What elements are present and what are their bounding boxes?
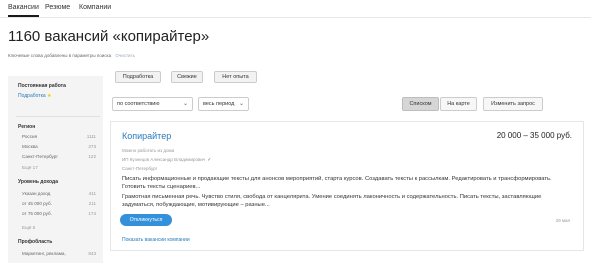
tab-vacancies[interactable]: Вакансии: [8, 4, 39, 17]
region-label: Россия: [22, 134, 38, 139]
sidebar-profession-title: Профобласть: [18, 239, 53, 245]
vacancy-date: 29 мая: [555, 218, 570, 223]
income-count: 411: [88, 191, 96, 196]
sidebar-region-more-link[interactable]: Ещё 17: [22, 165, 38, 170]
sidebar-parttime-link[interactable]: Подработка ★: [18, 93, 66, 99]
sidebar-income-title-wrap: Уровень дохода: [18, 179, 58, 185]
sidebar-income-more-link[interactable]: Ещё 5: [22, 225, 35, 230]
sort-select-value: по соответствию: [117, 101, 160, 107]
region-count: 122: [88, 154, 96, 159]
keywords-note: Ключевые слова добавлены в параметры пои…: [8, 53, 112, 58]
vacancy-title-link[interactable]: Копирайтер: [122, 131, 171, 141]
sidebar-income-item-45000[interactable]: от 45 000 руб. 211: [22, 201, 96, 206]
vacancy-remote-label: Можно работать из дома: [122, 148, 175, 153]
sidebar-employment-title: Постоянная работа: [18, 83, 66, 89]
profession-count: 843: [88, 251, 96, 256]
sidebar-income-item-75000[interactable]: от 75 000 руб. 174: [22, 211, 96, 216]
filters-sidebar: Постоянная работа Подработка ★ Регион Ро…: [8, 76, 103, 263]
region-label: Санкт-Петербург: [22, 154, 59, 159]
sidebar-profession-title-wrap: Профобласть: [18, 239, 52, 245]
sidebar-region-title-wrap: Регион: [18, 124, 35, 130]
view-list-button[interactable]: Списком: [402, 97, 439, 111]
income-label: Указан доход: [22, 191, 51, 196]
chevron-down-icon: ⌄: [182, 101, 188, 107]
sidebar-profession-item-marketing[interactable]: Маркетинг, реклама, 843: [22, 251, 96, 256]
chip-no-experience[interactable]: Нет опыта: [214, 71, 257, 83]
income-label: от 75 000 руб.: [22, 211, 52, 216]
sidebar-region-item-russia[interactable]: Россия 1111: [22, 134, 96, 139]
vacancy-employer[interactable]: ИП Кузнецов Александр Владимирович: [122, 157, 205, 162]
verified-check-icon: ✓: [207, 157, 212, 163]
sidebar-income-title: Уровень дохода: [18, 179, 59, 185]
region-label: Москва: [22, 144, 38, 149]
page-title: 1160 вакансий «копирайтер»: [8, 28, 210, 45]
sidebar-region-item-moscow[interactable]: Москва 273: [22, 144, 96, 149]
vacancy-card: Копирайтер 20 000 – 35 000 руб. Можно ра…: [110, 121, 584, 251]
view-map-button[interactable]: На карте: [440, 97, 477, 111]
sidebar-region-title: Регион: [18, 124, 36, 130]
income-label: от 45 000 руб.: [22, 201, 52, 206]
show-company-vacancies-link[interactable]: Показать вакансии компании: [122, 237, 190, 243]
chevron-down-icon: ⌄: [238, 101, 244, 107]
chip-parttime[interactable]: Подработка: [115, 71, 161, 83]
chip-fresh[interactable]: Свежие: [171, 71, 203, 83]
respond-button[interactable]: Откликнуться: [120, 214, 172, 226]
vacancy-description: Писать информационные и продающие тексты…: [122, 176, 552, 190]
sidebar-divider: [16, 116, 100, 117]
vacancy-salary: 20 000 – 35 000 руб.: [496, 131, 572, 140]
period-select-value: весь период: [203, 101, 235, 107]
clear-keywords-link[interactable]: Очистить: [115, 53, 135, 58]
region-count: 1111: [86, 134, 96, 139]
sidebar-income-item-specified[interactable]: Указан доход 411: [22, 191, 96, 196]
keywords-note-row: Ключевые слова добавлены в параметры пои…: [8, 53, 135, 58]
sidebar-region-item-spb[interactable]: Санкт-Петербург 122: [22, 154, 96, 159]
top-navigation: Вакансии Резюме Компании: [0, 0, 591, 18]
change-query-button[interactable]: Изменить запрос: [483, 97, 543, 111]
income-count: 174: [88, 211, 96, 216]
region-count: 273: [88, 144, 96, 149]
sidebar-parttime-label: Подработка: [18, 93, 46, 99]
sort-select[interactable]: по соответствию ⌄: [112, 97, 193, 111]
income-count: 211: [88, 201, 96, 206]
profession-label: Маркетинг, реклама,: [22, 251, 66, 256]
star-icon: ★: [47, 93, 52, 99]
vacancy-requirements: Грамотная письменная речь. Чувство стиля…: [122, 194, 542, 208]
sidebar-employment-section: Постоянная работа Подработка ★: [18, 83, 66, 99]
period-select[interactable]: весь период ⌄: [198, 97, 249, 111]
vacancy-employer-row: ИП Кузнецов Александр Владимирович ✓: [122, 157, 211, 163]
tab-companies[interactable]: Компании: [79, 4, 111, 11]
vacancy-city: Санкт-Петербург: [122, 166, 158, 171]
tab-resumes[interactable]: Резюме: [45, 4, 70, 11]
